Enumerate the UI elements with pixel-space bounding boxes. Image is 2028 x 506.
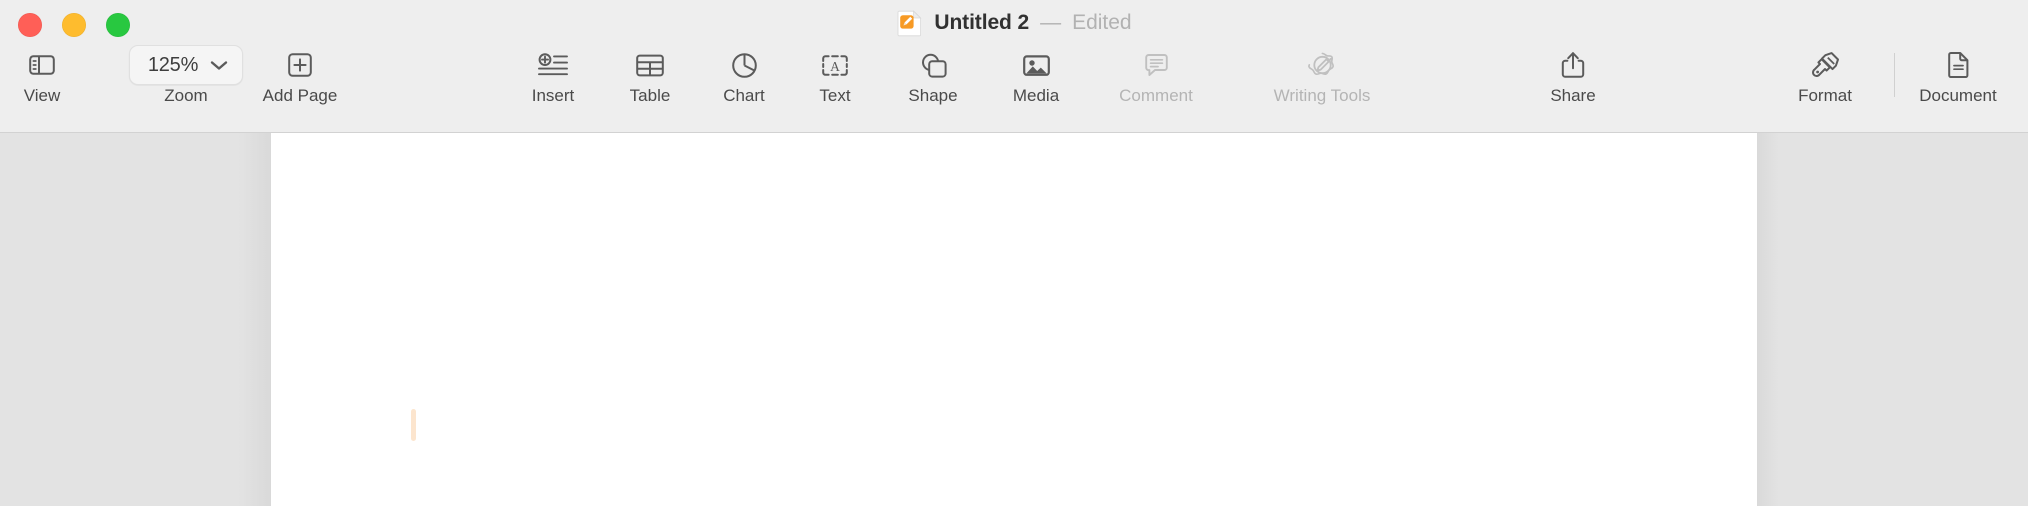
toolbar-label-zoom: Zoom: [164, 86, 208, 105]
toolbar-item-shape[interactable]: Shape: [886, 45, 980, 125]
window-title-group[interactable]: Untitled 2 — Edited: [0, 0, 2028, 45]
pages-document-icon: [897, 9, 922, 36]
toolbar-item-view[interactable]: View: [12, 45, 72, 125]
comment-bubble-icon: [1143, 45, 1170, 85]
toolbar-label-view: View: [23, 86, 61, 105]
text-insertion-cursor: [411, 409, 416, 441]
toolbar-label-add-page: Add Page: [262, 86, 338, 105]
toolbar-label-writing-tools: Writing Tools: [1273, 86, 1371, 105]
svg-text:A: A: [830, 59, 840, 74]
toolbar-label-format: Format: [1798, 86, 1852, 105]
toolbar-label-document: Document: [1919, 86, 1997, 105]
title-separator: —: [1040, 10, 1062, 34]
edit-status-label: Edited: [1072, 10, 1132, 34]
toolbar-item-text[interactable]: A Text: [798, 45, 872, 125]
toolbar-label-text: Text: [819, 86, 851, 105]
sidebar-icon: [28, 45, 56, 85]
toolbar-item-share[interactable]: Share: [1533, 45, 1613, 125]
zoom-popup-button[interactable]: 125%: [128, 45, 244, 85]
pages-window: Untitled 2 — Edited View 125% Zoom Add P…: [0, 0, 2028, 506]
toolbar-item-chart[interactable]: Chart: [703, 45, 785, 125]
text-box-icon: A: [820, 45, 850, 85]
paintbrush-icon: [1811, 45, 1840, 85]
share-icon: [1560, 45, 1586, 85]
toolbar-item-format[interactable]: Format: [1775, 45, 1875, 125]
toolbar-label-share: Share: [1550, 86, 1596, 105]
toolbar-label-table: Table: [629, 86, 671, 105]
canvas-margin-right: [1757, 133, 2028, 506]
toolbar-item-comment[interactable]: Comment: [1094, 45, 1218, 125]
toolbar-item-media[interactable]: Media: [993, 45, 1079, 125]
insert-list-icon: [537, 45, 569, 85]
toolbar-label-media: Media: [1012, 86, 1060, 105]
toolbar-label-insert: Insert: [531, 86, 575, 105]
toolbar-item-insert[interactable]: Insert: [508, 45, 598, 125]
table-grid-icon: [635, 45, 665, 85]
toolbar-label-shape: Shape: [908, 86, 958, 105]
toolbar-label-chart: Chart: [723, 86, 765, 105]
toolbar: View 125% Zoom Add Page Insert Table Cha…: [0, 45, 2028, 133]
toolbar-item-document[interactable]: Document: [1895, 45, 2021, 125]
pie-chart-icon: [731, 45, 758, 85]
plus-square-icon: [287, 45, 313, 85]
writing-tools-icon: [1307, 45, 1337, 85]
toolbar-item-table[interactable]: Table: [610, 45, 690, 125]
page-title: Untitled 2: [934, 10, 1030, 34]
chevron-down-icon: [210, 60, 228, 70]
document-page-icon: [1946, 45, 1971, 85]
title-bar: Untitled 2 — Edited: [0, 0, 2028, 45]
zoom-level-value: 125%: [147, 53, 199, 76]
document-page[interactable]: [271, 133, 1757, 506]
canvas-margin-left: [0, 133, 271, 506]
toolbar-item-writing-tools[interactable]: Writing Tools: [1232, 45, 1412, 125]
window-chrome: Untitled 2 — Edited View 125% Zoom Add P…: [0, 0, 2028, 133]
photo-icon: [1022, 45, 1051, 85]
toolbar-label-comment: Comment: [1119, 86, 1193, 105]
shapes-icon: [919, 45, 948, 85]
document-canvas[interactable]: [0, 133, 2028, 506]
toolbar-item-add-page[interactable]: Add Page: [240, 45, 360, 125]
